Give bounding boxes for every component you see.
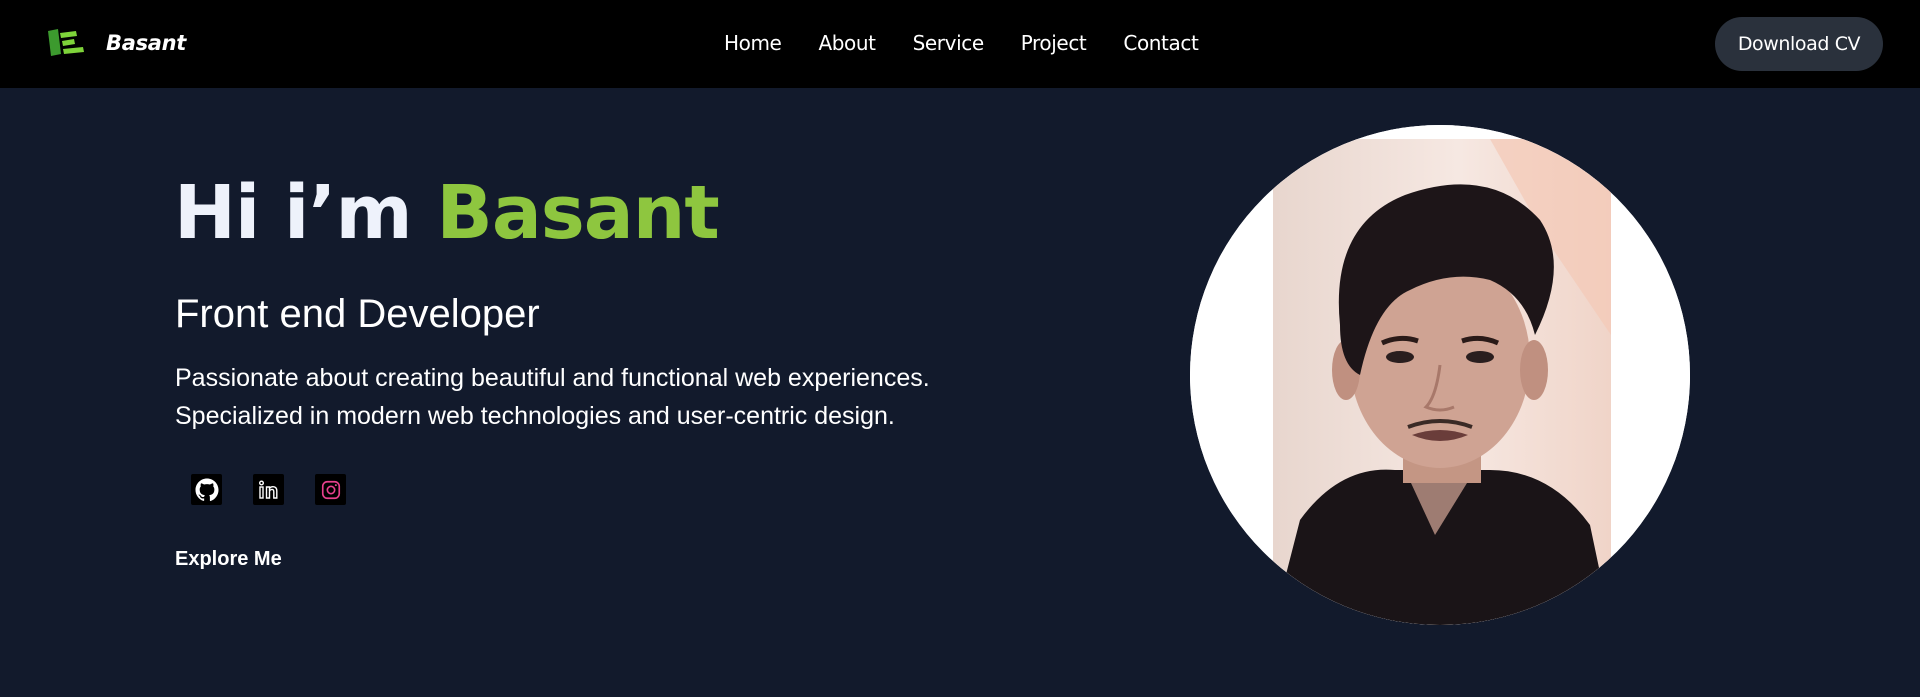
- hero-bio: Passionate about creating beautiful and …: [175, 359, 995, 435]
- nav-link-home[interactable]: Home: [724, 31, 782, 55]
- social-links: [191, 474, 346, 505]
- bio-line-1: Passionate about creating beautiful and …: [175, 364, 930, 392]
- instagram-icon: [321, 480, 340, 499]
- nav-link-project[interactable]: Project: [1021, 31, 1087, 55]
- instagram-link[interactable]: [315, 474, 346, 505]
- profile-portrait: [1190, 125, 1690, 625]
- hero-role: Front end Developer: [175, 292, 540, 336]
- hero-heading: Hi i’m Basant: [174, 170, 720, 256]
- hero-name: Basant: [436, 170, 719, 256]
- nav-link-contact[interactable]: Contact: [1123, 31, 1198, 55]
- hero-greeting: Hi i’m: [174, 170, 413, 256]
- profile-photo: [1190, 125, 1690, 625]
- brand-name: Basant: [106, 31, 187, 55]
- download-cv-button[interactable]: Download CV: [1715, 17, 1883, 71]
- nav-menu: Home About Service Project Contact: [724, 31, 1199, 55]
- logo-e-icon: [48, 29, 84, 56]
- explore-me-link[interactable]: Explore Me: [175, 548, 282, 571]
- bio-line-2: Specialized in modern web technologies a…: [175, 402, 895, 430]
- brand-logo[interactable]: Basant: [46, 28, 186, 58]
- linkedin-icon: [258, 480, 277, 499]
- nav-link-about[interactable]: About: [818, 31, 876, 55]
- navbar: Basant Home About Service Project Contac…: [0, 0, 1920, 88]
- github-icon: [195, 478, 218, 501]
- linkedin-link[interactable]: [253, 474, 284, 505]
- nav-link-service[interactable]: Service: [913, 31, 985, 55]
- github-link[interactable]: [191, 474, 222, 505]
